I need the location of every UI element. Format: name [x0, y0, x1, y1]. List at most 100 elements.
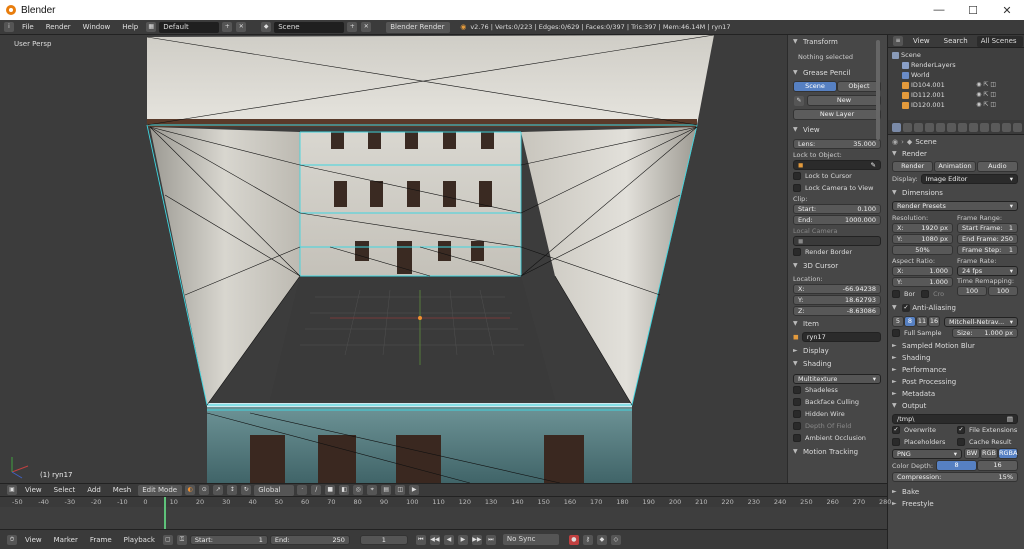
lock-object-field[interactable]: ◼ ✎: [793, 160, 881, 170]
panel-render[interactable]: Render: [892, 148, 1018, 160]
play-icon[interactable]: ▶: [457, 534, 468, 545]
material-tab-icon[interactable]: [980, 122, 989, 132]
outliner-menu-view[interactable]: View: [908, 37, 935, 45]
editor-type-icon[interactable]: i: [4, 22, 14, 32]
end-frame-field[interactable]: End Frame: 250: [957, 234, 1018, 244]
lock-to-cursor-checkbox[interactable]: Lock to Cursor: [793, 170, 881, 182]
gp-new-button[interactable]: New: [807, 95, 881, 106]
audio-button[interactable]: Audio: [976, 161, 1018, 172]
color-depth-8[interactable]: 8: [936, 460, 978, 471]
depth-of-field-checkbox[interactable]: Depth Of Field: [793, 420, 881, 432]
shadeless-checkbox[interactable]: Shadeless: [793, 384, 881, 396]
texture-tab-icon[interactable]: [991, 122, 1000, 132]
cursor-y-field[interactable]: Y: 18.62793: [793, 295, 881, 305]
cache-result-checkbox[interactable]: Cache Result: [957, 436, 1018, 448]
item-name-field[interactable]: ryn17: [801, 332, 881, 342]
compression-slider[interactable]: Compression: 15%: [892, 472, 1018, 482]
aa-samples-5[interactable]: 5: [892, 316, 904, 327]
limit-selection-icon[interactable]: ◧: [339, 485, 350, 495]
hidden-wire-checkbox[interactable]: Hidden Wire: [793, 408, 881, 420]
timeline-menu-marker[interactable]: Marker: [49, 536, 83, 544]
panel-item[interactable]: Item: [793, 318, 881, 330]
color-depth-16[interactable]: 16: [977, 460, 1018, 471]
timeline-menu-view[interactable]: View: [20, 536, 47, 544]
timeline[interactable]: -50 -40 -30 -20 -10 0 10 20 30 40 50 60 70 80 90 100 110…: [0, 496, 891, 530]
remap-new-field[interactable]: 100: [988, 286, 1018, 296]
timeline-menu-playback[interactable]: Playback: [119, 536, 160, 544]
file-format-select[interactable]: PNG ▾: [892, 448, 962, 459]
display-select[interactable]: Image Editor ▾: [920, 174, 1018, 184]
minimize-icon[interactable]: —: [922, 4, 956, 17]
resolution-x-field[interactable]: X: 1920 px: [892, 223, 953, 233]
scene-tab-icon[interactable]: [914, 122, 923, 132]
delete-key-icon[interactable]: ◇: [610, 534, 621, 545]
menu-render[interactable]: Render: [41, 23, 76, 31]
current-frame-field[interactable]: 1: [359, 534, 408, 545]
edge-select-icon[interactable]: /: [311, 485, 322, 495]
viewport-menu-select[interactable]: Select: [49, 486, 81, 494]
aa-filter-select[interactable]: Mitchell-Netrav... ▾: [944, 316, 1018, 327]
border-checkbox[interactable]: Bor: [892, 288, 915, 300]
manipulator-icon[interactable]: ↗: [213, 485, 224, 495]
cursor-z-field[interactable]: Z: -8.63086: [793, 306, 881, 316]
sidebar-scrollbar[interactable]: [876, 40, 880, 140]
panel-metadata[interactable]: Metadata: [892, 388, 1018, 400]
panel-anti-aliasing[interactable]: ✓ Anti-Aliasing: [892, 302, 1018, 314]
world-tab-icon[interactable]: [925, 122, 934, 132]
output-path-field[interactable]: /tmp\ ▤: [892, 414, 1018, 424]
overwrite-checkbox[interactable]: ✓ Overwrite: [892, 424, 953, 436]
constraints-tab-icon[interactable]: [947, 122, 956, 132]
face-select-icon[interactable]: ■: [325, 485, 336, 495]
vertex-select-icon[interactable]: ·: [297, 485, 308, 495]
color-rgb-button[interactable]: RGB: [980, 448, 998, 459]
panel-grease-pencil[interactable]: Grease Pencil: [793, 67, 881, 79]
modifiers-tab-icon[interactable]: [958, 122, 967, 132]
snap-icon[interactable]: ⌖: [367, 485, 378, 495]
physics-tab-icon[interactable]: [1013, 122, 1022, 132]
outliner-item[interactable]: ID112.001 ◉ ⇱ ◫: [892, 90, 1020, 100]
record-icon[interactable]: ●: [568, 534, 579, 545]
add-scene-icon[interactable]: +: [347, 22, 358, 32]
timeline-start-field[interactable]: Start: 1: [189, 534, 268, 545]
close-icon[interactable]: ✕: [990, 4, 1024, 17]
frame-step-field[interactable]: Frame Step: 1: [957, 245, 1018, 255]
animation-button[interactable]: Animation: [934, 161, 976, 172]
outliner-item[interactable]: ID104.001 ◉ ⇱ ◫: [892, 80, 1020, 90]
render-engine-select[interactable]: Blender Render: [386, 21, 451, 33]
remove-layout-icon[interactable]: ✕: [236, 22, 247, 32]
pivot-point-icon[interactable]: ⊙: [199, 485, 210, 495]
lock-camera-checkbox[interactable]: Lock Camera to View: [793, 182, 881, 194]
maximize-icon[interactable]: ☐: [956, 4, 990, 17]
panel-transform[interactable]: Transform: [793, 36, 881, 48]
anti-aliasing-checkbox[interactable]: ✓: [902, 304, 910, 312]
clip-end-field[interactable]: End: 1000.000: [793, 215, 881, 225]
panel-post-processing[interactable]: Post Processing: [892, 376, 1018, 388]
prev-key-icon[interactable]: ◀◀: [429, 534, 440, 545]
aa-size-field[interactable]: Size: 1.000 px: [952, 327, 1018, 338]
outliner-item[interactable]: RenderLayers: [892, 60, 1020, 70]
particles-tab-icon[interactable]: [1002, 122, 1011, 132]
sync-mode-select[interactable]: No Sync: [502, 534, 559, 545]
viewport-editor-icon[interactable]: ▣: [7, 485, 17, 495]
timeline-editor-icon[interactable]: ⏱: [7, 534, 17, 545]
menu-help[interactable]: Help: [117, 23, 143, 31]
timeline-end-field[interactable]: End: 250: [269, 534, 350, 545]
panel-output[interactable]: Output: [892, 400, 1018, 412]
viewport-menu-mesh[interactable]: Mesh: [108, 486, 136, 494]
visibility-icon[interactable]: ◉ ⇱ ◫: [976, 100, 996, 110]
viewport-menu-view[interactable]: View: [20, 486, 47, 494]
panel-shading[interactable]: Shading: [793, 358, 881, 370]
keying-set-icon[interactable]: ⚷: [582, 534, 593, 545]
render-button[interactable]: Render: [892, 161, 934, 172]
start-frame-field[interactable]: Start Frame: 1: [957, 223, 1018, 233]
screen-layout-icon[interactable]: ▦: [146, 22, 157, 32]
lock-icon[interactable]: ⚿: [176, 534, 187, 545]
backface-culling-checkbox[interactable]: Backface Culling: [793, 396, 881, 408]
jump-end-icon[interactable]: ⏭: [485, 534, 496, 545]
scene-icon[interactable]: ◆: [261, 22, 272, 32]
file-extensions-checkbox[interactable]: ✓ File Extensions: [957, 424, 1018, 436]
rotate-icon[interactable]: ↻: [241, 485, 252, 495]
cursor-x-field[interactable]: X: -66.94238: [793, 284, 881, 294]
outliner-item[interactable]: ID120.001 ◉ ⇱ ◫: [892, 100, 1020, 110]
opengl-anim-icon[interactable]: ▶: [409, 485, 420, 495]
